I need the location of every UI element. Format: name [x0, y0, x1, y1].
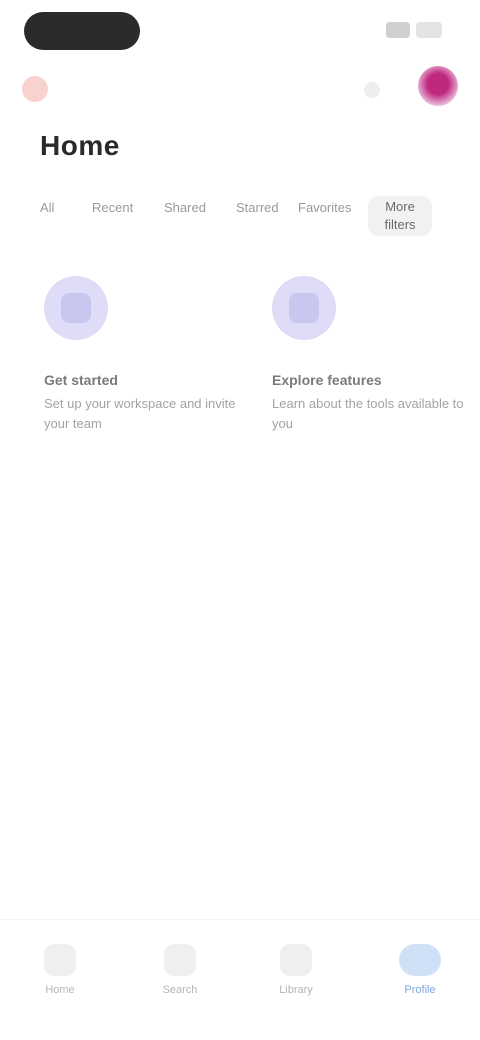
workspace-icon: [61, 293, 91, 323]
features-icon: [289, 293, 319, 323]
card-get-started[interactable]: Get started Set up your workspace and in…: [44, 276, 240, 476]
nav-profile[interactable]: Profile: [390, 944, 450, 1014]
profile-icon: [399, 944, 441, 976]
more-filters-button[interactable]: More filters: [368, 196, 432, 236]
nav-library[interactable]: Library: [266, 944, 326, 1014]
battery-icon: [416, 22, 442, 38]
nav-home[interactable]: Home: [30, 944, 90, 1014]
chip-favorites[interactable]: Favorites: [298, 196, 351, 220]
library-icon: [280, 944, 312, 976]
nav-label: Profile: [404, 984, 436, 996]
chip-starred[interactable]: Starred: [236, 196, 279, 220]
page-title: Home: [40, 130, 120, 161]
card-title: Explore features: [272, 372, 382, 388]
chip-all[interactable]: All: [40, 196, 54, 220]
nav-search[interactable]: Search: [150, 944, 210, 1014]
search-icon: [164, 944, 196, 976]
card-description: Learn about the tools available to you: [272, 396, 464, 431]
notifications-icon[interactable]: [352, 70, 392, 110]
home-icon: [44, 944, 76, 976]
card-icon: [272, 276, 336, 340]
status-pill: [24, 12, 140, 50]
chip-shared[interactable]: Shared: [164, 196, 206, 220]
signal-icon: [386, 22, 410, 38]
filter-chips: All Recent Shared Starred Favorites More…: [40, 196, 460, 244]
status-indicators: [386, 22, 442, 38]
nav-label: Search: [162, 984, 198, 996]
app-logo-icon: [22, 76, 48, 102]
card-explore-features[interactable]: Explore features Learn about the tools a…: [272, 276, 468, 476]
card-description: Set up your workspace and invite your te…: [44, 396, 236, 431]
avatar[interactable]: [418, 66, 458, 106]
card-title: Get started: [44, 372, 118, 388]
status-bar: [0, 0, 480, 60]
nav-label: Home: [45, 984, 75, 996]
top-app-bar: [0, 60, 480, 116]
chip-recent[interactable]: Recent: [92, 196, 133, 220]
nav-label: Library: [279, 984, 313, 996]
bottom-navigation: Home Search Library Profile: [0, 919, 480, 1040]
card-icon: [44, 276, 108, 340]
app-screen: Home All Recent Shared Starred Favorites…: [0, 0, 480, 1040]
